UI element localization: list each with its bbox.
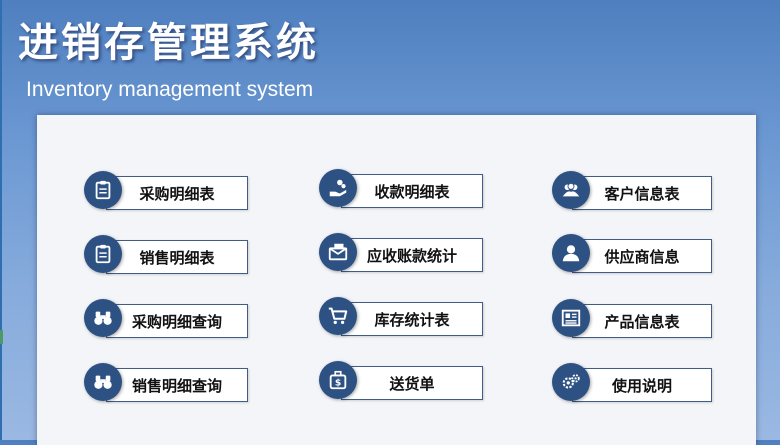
user-guide-label: 使用说明 (572, 368, 712, 402)
newspaper-icon (552, 299, 590, 337)
receipt-detail-button[interactable]: 收款明细表 (319, 169, 483, 209)
user-icon (552, 234, 590, 272)
binoculars-icon (84, 363, 122, 401)
clipboard-icon (84, 171, 122, 209)
purchase-detail-button[interactable]: 采购明细表 (84, 171, 248, 211)
delivery-note-label: 送货单 (341, 366, 483, 400)
gears-icon (552, 363, 590, 401)
binoculars-icon (84, 299, 122, 337)
customer-info-label: 客户信息表 (572, 176, 712, 210)
receivable-stats-label: 应收账款统计 (341, 238, 483, 272)
window-edge-marker (0, 330, 3, 344)
supplier-info-label: 供应商信息 (572, 239, 712, 273)
delivery-note-button[interactable]: 送货单 $ (319, 361, 483, 401)
purchase-query-label: 采购明细查询 (106, 304, 248, 338)
page-subtitle: Inventory management system (26, 78, 314, 101)
money-bag-icon: $ (319, 361, 357, 399)
product-info-button[interactable]: 产品信息表 (552, 299, 712, 339)
receivable-stats-button[interactable]: 应收账款统计 (319, 233, 483, 273)
inventory-stats-label: 库存统计表 (341, 302, 483, 336)
clipboard-icon (84, 235, 122, 273)
page-title: 进销存管理系统 (18, 20, 319, 66)
sales-detail-label: 销售明细表 (106, 240, 248, 274)
user-guide-button[interactable]: 使用说明 (552, 363, 712, 403)
purchase-query-button[interactable]: 采购明细查询 (84, 299, 248, 339)
product-info-label: 产品信息表 (572, 304, 712, 338)
inventory-stats-button[interactable]: 库存统计表 (319, 297, 483, 337)
window-left-edge (0, 0, 2, 440)
cart-icon (319, 297, 357, 335)
svg-text:$: $ (335, 378, 341, 389)
sales-detail-button[interactable]: 销售明细表 (84, 235, 248, 275)
hand-money-icon (319, 169, 357, 207)
customer-info-button[interactable]: 客户信息表 (552, 171, 712, 211)
sales-query-label: 销售明细查询 (106, 368, 248, 402)
receipt-detail-label: 收款明细表 (341, 174, 483, 208)
sales-query-button[interactable]: 销售明细查询 (84, 363, 248, 403)
menu-panel: 采购明细表 销售明细表 采购明细查询 销售明细查询 收款明细表 应收账款统计 库… (37, 115, 756, 445)
purchase-detail-label: 采购明细表 (106, 176, 248, 210)
money-envelope-icon (319, 233, 357, 271)
supplier-info-button[interactable]: 供应商信息 (552, 234, 712, 274)
users-icon (552, 171, 590, 209)
